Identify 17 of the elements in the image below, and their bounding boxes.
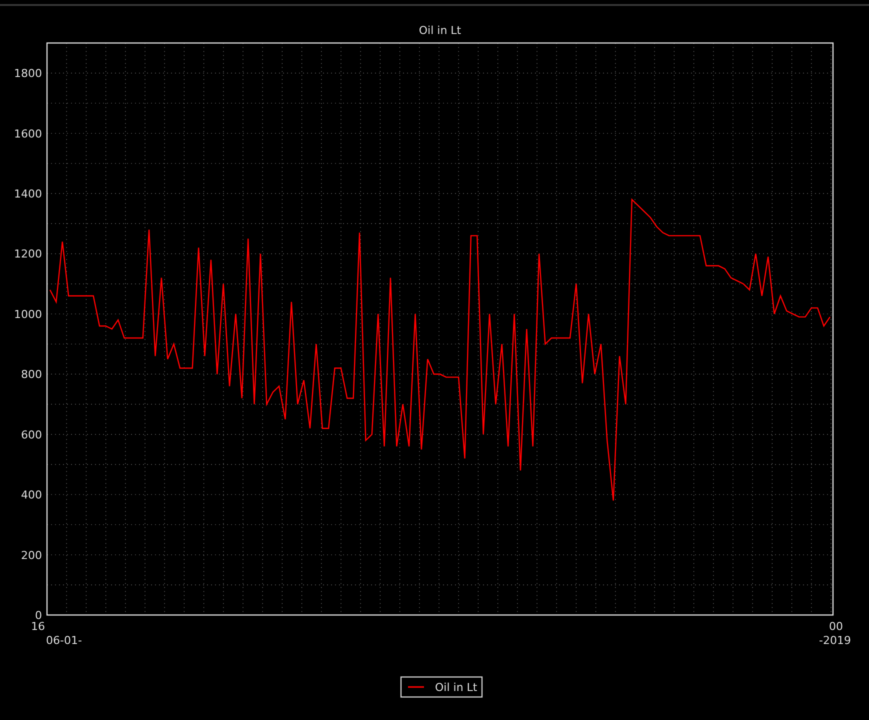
y-tick-label: 200	[21, 548, 42, 562]
chart-title: Oil in Lt	[418, 24, 462, 37]
y-tick-label: 1600	[14, 127, 42, 140]
x-date-label: -2019	[819, 634, 851, 647]
y-tick-label: 0	[35, 609, 42, 622]
y-tick-label: 1000	[14, 308, 42, 321]
y-tick-label: 1400	[14, 188, 42, 201]
legend-line-icon	[408, 686, 424, 688]
y-tick-label: 1200	[14, 248, 42, 261]
y-tick-label: 1800	[14, 67, 42, 80]
x-date-label: 06-01-	[46, 634, 82, 647]
y-tick-label: 800	[21, 368, 42, 382]
x-tick-label: 16	[31, 620, 45, 633]
y-tick-label: 400	[21, 488, 42, 502]
x-tick-label: 00	[829, 620, 843, 633]
legend-label: Oil in Lt	[435, 681, 478, 694]
y-tick-label: 600	[21, 428, 42, 442]
